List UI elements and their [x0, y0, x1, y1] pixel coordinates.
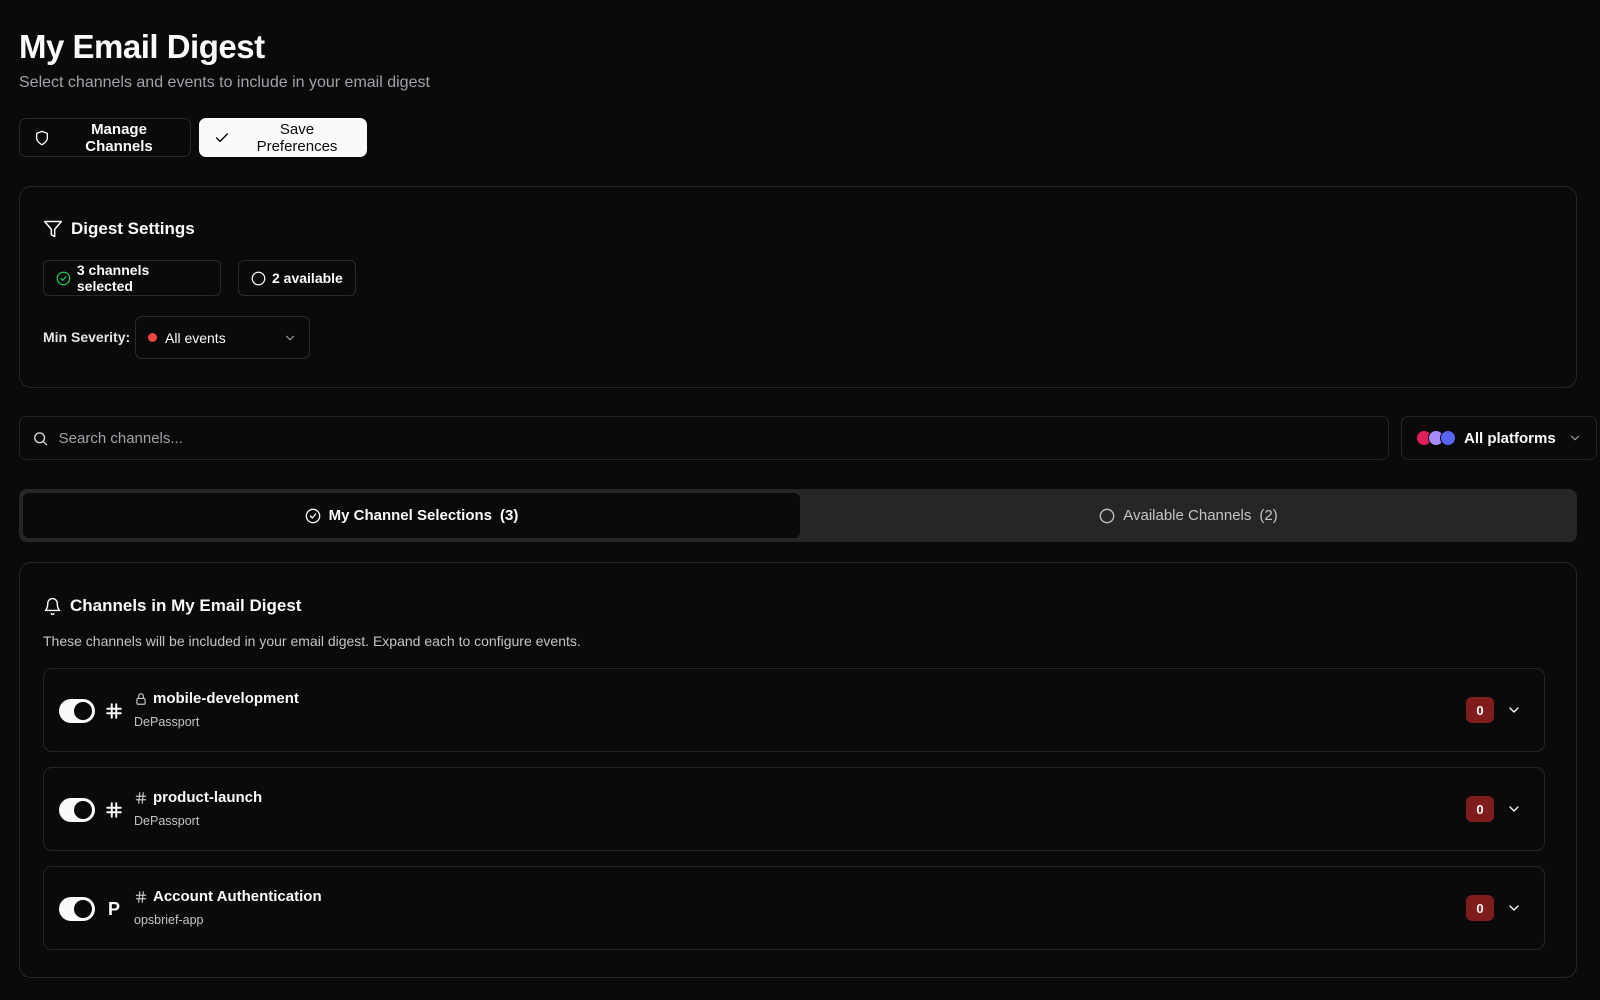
- channels-selected-label: 3 channels selected: [76, 262, 150, 294]
- tab-count: (2): [1259, 507, 1278, 524]
- channel-enabled-toggle[interactable]: [59, 699, 95, 723]
- channel-workspace: opsbrief-app: [134, 913, 204, 927]
- min-severity-label: Min Severity:: [43, 329, 131, 345]
- hash-icon: [135, 791, 147, 804]
- hash-icon: [135, 890, 147, 903]
- slack-icon: [104, 700, 124, 722]
- digest-channels-description: These channels will be included in your …: [43, 633, 581, 649]
- page-title: My Email Digest: [19, 28, 265, 65]
- tab-label: Available Channels: [1123, 507, 1252, 524]
- p-logo-icon: P: [107, 898, 120, 919]
- manage-channels-label: Manage Channels: [85, 120, 153, 155]
- slack-icon: [104, 799, 124, 821]
- chevron-down-icon: [285, 335, 295, 340]
- channel-workspace: DePassport: [134, 814, 200, 828]
- search-input[interactable]: [58, 429, 1376, 447]
- digest-settings-header: Digest Settings: [43, 219, 195, 239]
- chevron-down-icon[interactable]: [1506, 801, 1522, 817]
- digest-channels-header: Channels in My Email Digest: [43, 596, 301, 616]
- search-icon: [34, 431, 48, 445]
- min-severity-select[interactable]: All events: [135, 316, 310, 359]
- chevron-down-icon[interactable]: [1506, 702, 1522, 718]
- circle-icon: [1099, 508, 1115, 523]
- discord-platform-icon: [1440, 430, 1456, 446]
- channel-name: product-launch: [134, 789, 262, 806]
- bell-icon: [44, 597, 61, 615]
- channel-name-label: mobile-development: [153, 690, 299, 707]
- page-subtitle: Select channels and events to include in…: [19, 74, 430, 91]
- channel-enabled-toggle[interactable]: [59, 798, 95, 822]
- digest-channels-card: Channels in My Email Digest These channe…: [19, 562, 1577, 978]
- digest-settings-card: Digest Settings 3 channels selected 2 av…: [19, 186, 1577, 388]
- tab-available-channels[interactable]: Available Channels (2): [800, 493, 1577, 538]
- digest-settings-title: Digest Settings: [71, 219, 195, 238]
- channel-name: Account Authentication: [134, 888, 322, 905]
- search-bar: [19, 416, 1389, 460]
- channels-available-label: 2 available: [272, 270, 343, 286]
- chevron-down-icon[interactable]: [1506, 900, 1522, 916]
- channel-enabled-toggle[interactable]: [59, 897, 95, 921]
- tab-label: My Channel Selections: [328, 507, 493, 524]
- lock-icon: [136, 692, 146, 705]
- channel-row: P Account Authentication opsbrief-app 0: [43, 866, 1545, 950]
- platform-filter-select[interactable]: All platforms: [1401, 416, 1597, 460]
- channel-row: product-launch DePassport 0: [43, 767, 1545, 851]
- circle-icon: [251, 271, 266, 285]
- channel-name: mobile-development: [134, 690, 299, 707]
- min-severity-value: All events: [165, 329, 226, 346]
- filter-icon: [43, 220, 63, 238]
- channel-name-label: product-launch: [153, 789, 263, 806]
- severity-dot-icon: [148, 333, 157, 342]
- check-icon: [215, 132, 229, 142]
- save-preferences-label: Save Preferences: [256, 120, 338, 155]
- channel-tabs: My Channel Selections (3) Available Chan…: [19, 489, 1577, 542]
- tab-my-channel-selections[interactable]: My Channel Selections (3): [23, 493, 800, 538]
- platform-icons-group: [1416, 430, 1456, 446]
- event-count-badge: 0: [1466, 796, 1494, 822]
- event-count-badge: 0: [1466, 697, 1494, 723]
- channel-name-label: Account Authentication: [153, 888, 322, 905]
- chevron-down-icon: [1570, 435, 1580, 441]
- tab-count: (3): [500, 507, 519, 524]
- channels-selected-badge: 3 channels selected: [43, 260, 221, 296]
- shield-icon: [36, 130, 48, 145]
- manage-channels-button[interactable]: Manage Channels: [19, 118, 191, 157]
- check-circle-icon: [305, 508, 320, 523]
- platform-filter-value: All platforms: [1464, 429, 1556, 447]
- save-preferences-button[interactable]: Save Preferences: [199, 118, 367, 157]
- check-circle-icon: [56, 271, 71, 285]
- channel-row: mobile-development DePassport 0: [43, 668, 1545, 752]
- channel-workspace: DePassport: [134, 715, 200, 729]
- event-count-badge: 0: [1466, 895, 1494, 921]
- digest-channels-title: Channels in My Email Digest: [70, 596, 302, 615]
- channels-available-badge: 2 available: [238, 260, 356, 296]
